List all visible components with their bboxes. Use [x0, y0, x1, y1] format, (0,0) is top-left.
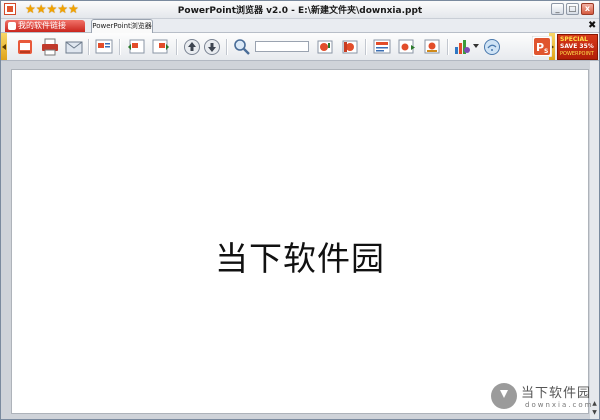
- zoom-input[interactable]: [255, 41, 309, 52]
- link-icon: [8, 22, 16, 30]
- tab-bar: 我的软件链接 PowerPoint浏览器 ✖: [1, 19, 599, 33]
- app-window: ★★★★★ PowerPoint浏览器 v2.0 - E:\新建文件夹\down…: [0, 0, 600, 420]
- zoom-in-icon[interactable]: [316, 38, 334, 56]
- ppt-open-icon[interactable]: [16, 38, 34, 56]
- watermark-name: 当下软件园: [521, 386, 592, 401]
- play-icon[interactable]: [398, 38, 416, 56]
- toolbar-separator: [88, 39, 90, 55]
- view-icon[interactable]: [373, 38, 391, 56]
- print-icon[interactable]: [41, 38, 59, 56]
- download-arrow-icon: [491, 383, 517, 409]
- chart-icon[interactable]: [453, 38, 471, 56]
- toolbar-separator: [176, 39, 178, 55]
- maximize-button[interactable]: □: [566, 3, 579, 15]
- slide-next-icon[interactable]: [152, 38, 170, 56]
- minimize-button[interactable]: _: [551, 3, 564, 15]
- slide-icon[interactable]: [95, 38, 113, 56]
- toolbar-separator: [226, 39, 228, 55]
- watermark: 当下软件园 downxia.com: [491, 377, 595, 417]
- promo-line-1: SPECIAL: [560, 36, 588, 43]
- toolbar-separator: [119, 39, 121, 55]
- tab-label: 我的软件链接: [18, 21, 66, 30]
- title-bar: ★★★★★ PowerPoint浏览器 v2.0 - E:\新建文件夹\down…: [1, 1, 599, 19]
- zoom-out-icon[interactable]: [341, 38, 359, 56]
- tab-powerpoint-viewer[interactable]: PowerPoint浏览器: [91, 19, 153, 33]
- toolbar-separator: [447, 39, 449, 55]
- watermark-url: downxia.com: [525, 401, 594, 409]
- arrow-down-icon[interactable]: [203, 38, 221, 56]
- window-title: PowerPoint浏览器 v2.0 - E:\新建文件夹\downxia.pp…: [177, 6, 423, 16]
- chevron-down-icon[interactable]: [473, 44, 479, 48]
- close-tab-icon[interactable]: ✖: [588, 20, 596, 31]
- promo-line-3: POWERPOINT: [560, 51, 594, 57]
- promo-badge[interactable]: SPECIAL SAVE 35% POWERPOINT: [557, 34, 598, 60]
- slide-prev-icon[interactable]: [127, 38, 145, 56]
- vertical-scrollbar[interactable]: ▲ ▼: [590, 61, 599, 419]
- svg-text:P: P: [536, 41, 544, 54]
- svg-text:S: S: [544, 48, 548, 55]
- toolbar-separator: [365, 39, 367, 55]
- powerpoint-logo-icon[interactable]: P S: [532, 36, 552, 57]
- promo-line-2: SAVE 35%: [560, 43, 594, 50]
- toolbar-scroll-left-button[interactable]: [1, 33, 7, 60]
- settings-icon[interactable]: [423, 38, 441, 56]
- toolbar: [1, 33, 599, 61]
- slide-viewport: 当下软件园 ▲ ▼: [1, 61, 599, 419]
- help-icon[interactable]: [483, 38, 501, 56]
- zoom-icon[interactable]: [233, 38, 251, 56]
- arrow-up-icon[interactable]: [183, 38, 201, 56]
- tab-software-links[interactable]: 我的软件链接: [5, 20, 85, 32]
- slide-text: 当下软件园: [215, 239, 385, 278]
- close-button[interactable]: x: [581, 3, 594, 15]
- mail-icon[interactable]: [65, 38, 83, 56]
- slide-page: 当下软件园: [11, 69, 589, 414]
